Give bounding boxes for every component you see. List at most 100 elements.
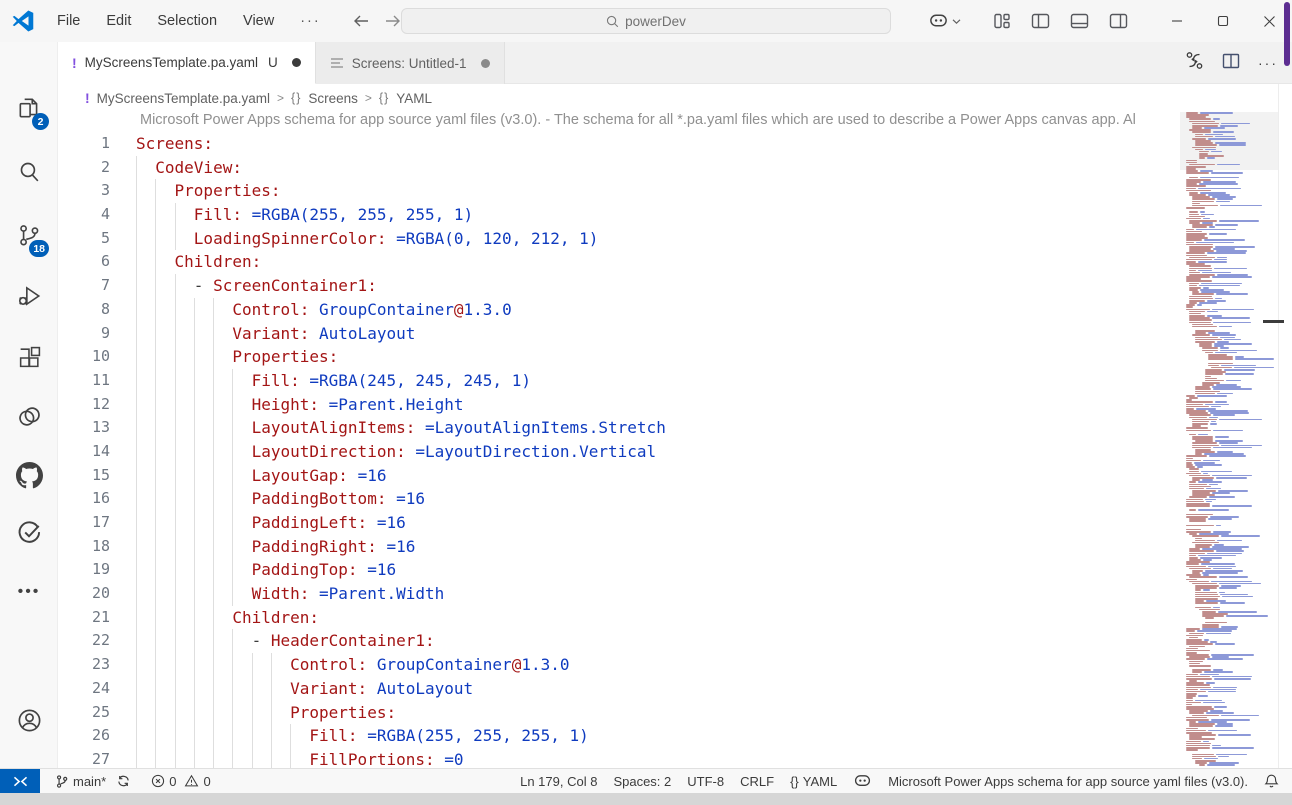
copilot-status[interactable] (850, 769, 875, 794)
code-line[interactable]: 6 Children: (58, 250, 1180, 274)
code-line[interactable]: 3 Properties: (58, 179, 1180, 203)
code-line[interactable]: 21 Children: (58, 606, 1180, 630)
code-line[interactable]: 4 Fill: =RGBA(255, 255, 255, 1) (58, 203, 1180, 227)
yaml-schema-status[interactable]: Microsoft Power Apps schema for app sour… (885, 769, 1251, 794)
tab-screens-untitled[interactable]: Screens: Untitled-1 (316, 42, 505, 84)
code-line[interactable]: 24 Variant: AutoLayout (58, 677, 1180, 701)
line-number[interactable]: 22 (58, 629, 110, 653)
line-number[interactable]: 2 (58, 156, 110, 180)
line-number[interactable]: 23 (58, 653, 110, 677)
copilot-menu-button[interactable] (928, 12, 961, 30)
minimap[interactable] (1180, 112, 1278, 768)
code-line[interactable]: 2 CodeView: (58, 156, 1180, 180)
tab-myscreenstemplate[interactable]: ! MyScreensTemplate.pa.yaml U (58, 42, 316, 84)
code-line[interactable]: 14 LayoutDirection: =LayoutDirection.Ver… (58, 440, 1180, 464)
code-line[interactable]: 17 PaddingLeft: =16 (58, 511, 1180, 535)
line-number[interactable]: 7 (58, 274, 110, 298)
code-line[interactable]: 15 LayoutGap: =16 (58, 464, 1180, 488)
line-number[interactable]: 3 (58, 179, 110, 203)
command-center-search[interactable]: powerDev (401, 8, 891, 34)
line-number[interactable]: 4 (58, 203, 110, 227)
remote-indicator[interactable] (0, 769, 40, 794)
open-changes-icon[interactable] (1185, 51, 1204, 75)
branch-status[interactable]: main* (48, 769, 138, 794)
minimize-button[interactable] (1154, 0, 1200, 42)
line-number[interactable]: 13 (58, 416, 110, 440)
split-editor-icon[interactable] (1222, 52, 1240, 75)
code-line[interactable]: 13 LayoutAlignItems: =LayoutAlignItems.S… (58, 416, 1180, 440)
editor-more-actions-icon[interactable]: ··· (1258, 55, 1278, 71)
toggle-secondary-sidebar-icon[interactable] (1109, 12, 1128, 30)
code-line[interactable]: 7 - ScreenContainer1: (58, 274, 1180, 298)
code-line[interactable]: 19 PaddingTop: =16 (58, 558, 1180, 582)
power-platform-icon[interactable] (0, 396, 58, 436)
line-number[interactable]: 11 (58, 369, 110, 393)
line-number[interactable]: 24 (58, 677, 110, 701)
github-icon[interactable] (0, 455, 58, 495)
source-control-icon[interactable]: 18 (0, 215, 58, 255)
forward-arrow-icon[interactable] (384, 13, 402, 29)
menu-overflow-button[interactable]: ··· (287, 0, 334, 42)
extensions-icon[interactable] (0, 337, 58, 377)
line-number[interactable]: 26 (58, 724, 110, 748)
line-number[interactable]: 14 (58, 440, 110, 464)
search-view-icon[interactable] (0, 151, 58, 191)
activity-more-icon[interactable]: ••• (0, 572, 58, 612)
code-line[interactable]: 12 Height: =Parent.Height (58, 393, 1180, 417)
maximize-button[interactable] (1200, 0, 1246, 42)
menu-selection[interactable]: Selection (144, 0, 230, 42)
run-debug-icon[interactable] (0, 276, 58, 316)
toggle-panel-icon[interactable] (1070, 12, 1089, 30)
eol-status[interactable]: CRLF (737, 769, 777, 794)
line-number[interactable]: 18 (58, 535, 110, 559)
code-area[interactable]: 1Screens:2 CodeView:3 Properties:4 Fill:… (58, 132, 1180, 768)
code-line[interactable]: 16 PaddingBottom: =16 (58, 487, 1180, 511)
code-line[interactable]: 8 Control: GroupContainer@1.3.0 (58, 298, 1180, 322)
modified-dot[interactable] (292, 58, 301, 67)
line-number[interactable]: 20 (58, 582, 110, 606)
code-line[interactable]: 23 Control: GroupContainer@1.3.0 (58, 653, 1180, 677)
code-line[interactable]: 20 Width: =Parent.Width (58, 582, 1180, 606)
breadcrumb-file[interactable]: MyScreensTemplate.pa.yaml (97, 91, 270, 106)
code-line[interactable]: 25 Properties: (58, 701, 1180, 725)
line-number[interactable]: 19 (58, 558, 110, 582)
breadcrumb-screens[interactable]: Screens (308, 91, 358, 106)
code-line[interactable]: 26 Fill: =RGBA(255, 255, 255, 1) (58, 724, 1180, 748)
line-number[interactable]: 27 (58, 748, 110, 768)
language-mode[interactable]: {} YAML (787, 769, 840, 794)
code-line[interactable]: 27 FillPortions: =0 (58, 748, 1180, 768)
notifications-bell[interactable] (1261, 769, 1282, 794)
code-line[interactable]: 11 Fill: =RGBA(245, 245, 245, 1) (58, 369, 1180, 393)
line-number[interactable]: 9 (58, 322, 110, 346)
code-line[interactable]: 5 LoadingSpinnerColor: =RGBA(0, 120, 212… (58, 227, 1180, 251)
menu-view[interactable]: View (230, 0, 287, 42)
code-line[interactable]: 18 PaddingRight: =16 (58, 535, 1180, 559)
line-number[interactable]: 8 (58, 298, 110, 322)
indentation-status[interactable]: Spaces: 2 (610, 769, 674, 794)
menu-edit[interactable]: Edit (93, 0, 144, 42)
modified-dot[interactable] (481, 59, 490, 68)
line-number[interactable]: 21 (58, 606, 110, 630)
line-number[interactable]: 5 (58, 227, 110, 251)
code-line[interactable]: 22 - HeaderContainer1: (58, 629, 1180, 653)
cursor-position[interactable]: Ln 179, Col 8 (517, 769, 600, 794)
explorer-icon[interactable]: 2 (0, 88, 58, 128)
line-number[interactable]: 12 (58, 393, 110, 417)
overview-ruler[interactable] (1278, 84, 1292, 768)
customize-layout-icon[interactable] (993, 12, 1011, 30)
breadcrumb-yaml[interactable]: YAML (396, 91, 432, 106)
tasks-check-icon[interactable] (0, 513, 58, 553)
toggle-primary-sidebar-icon[interactable] (1031, 12, 1050, 30)
code-line[interactable]: 9 Variant: AutoLayout (58, 322, 1180, 346)
account-icon[interactable] (0, 700, 58, 740)
line-number[interactable]: 25 (58, 701, 110, 725)
back-arrow-icon[interactable] (352, 13, 370, 29)
code-line[interactable]: 1Screens: (58, 132, 1180, 156)
line-number[interactable]: 6 (58, 250, 110, 274)
line-number[interactable]: 16 (58, 487, 110, 511)
code-line[interactable]: 10 Properties: (58, 345, 1180, 369)
line-number[interactable]: 10 (58, 345, 110, 369)
menu-file[interactable]: File (44, 0, 93, 42)
problems-status[interactable]: 0 0 (144, 769, 217, 794)
encoding-status[interactable]: UTF-8 (684, 769, 727, 794)
